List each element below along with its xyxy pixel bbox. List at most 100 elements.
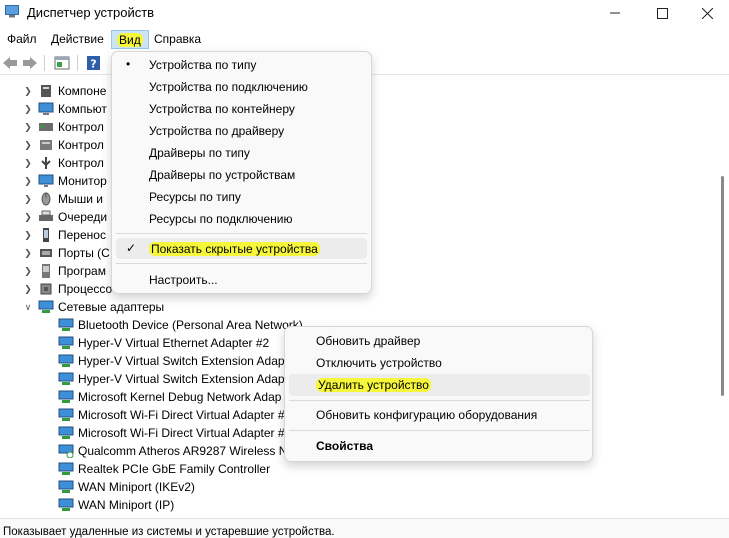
view-menu-item-resources-by-type[interactable]: Ресурсы по типу [116,186,367,207]
tree-device-wan-ip[interactable]: WAN Miniport (IP) [58,496,174,514]
menu-help[interactable]: Справка [149,30,206,49]
context-menu-item-label: Удалить устройство [316,378,431,392]
view-menu-item-devices-by-connection[interactable]: Устройства по подключению [116,76,367,97]
view-menu-item-label: Показать скрытые устройства [149,241,320,256]
maximize-button[interactable] [639,0,685,26]
context-menu-disable-device[interactable]: Отключить устройство [289,352,590,374]
menu-action[interactable]: Действие [46,30,109,49]
view-menu-item-label: Настроить... [149,272,218,287]
chevron-right-icon[interactable]: ❯ [22,265,34,277]
close-button[interactable] [684,0,729,26]
view-menu-item-label: Драйверы по устройствам [149,167,296,182]
network-adapter-icon [58,408,74,421]
usb-controller-icon [41,157,51,169]
tree-category-ports[interactable]: ❯ Порты (С [22,244,110,262]
chevron-right-icon[interactable]: ❯ [22,85,34,97]
tree-category-storage-controllers[interactable]: ❯ Контрол [22,118,104,136]
printer-icon [39,210,53,221]
menu-file[interactable]: Файл [2,30,42,49]
chevron-right-icon[interactable]: ❯ [22,139,34,151]
close-icon [701,7,713,19]
minimize-button[interactable] [592,0,638,26]
view-menu-item-devices-by-container[interactable]: Устройства по контейнеру [116,98,367,119]
tree-category-usb-controllers[interactable]: ❯ Контрол [22,154,104,172]
view-menu-item-label: Устройства по драйверу [149,123,285,138]
chevron-right-icon[interactable]: ❯ [22,283,34,295]
device-label: WAN Miniport (IKEv2) [78,480,195,494]
tree-device-hyperv-ethernet[interactable]: Hyper-V Virtual Ethernet Adapter #2 [58,334,269,352]
help-icon[interactable]: ? [86,55,102,71]
context-menu-properties[interactable]: Свойства [289,435,590,457]
chevron-right-icon[interactable]: ❯ [22,247,34,259]
menu-bar: Файл Действие Вид Справка [0,28,729,49]
tree-category-computer[interactable]: ❯ Компьют [22,100,107,118]
view-menu-item-customize[interactable]: Настроить... [116,269,367,290]
back-arrow-icon[interactable] [2,55,18,71]
chevron-right-icon[interactable]: ❯ [22,103,34,115]
device-manager-icon [5,5,19,18]
view-menu-item-resources-by-connection[interactable]: Ресурсы по подключению [116,208,367,229]
portable-device-icon [43,228,49,242]
context-menu-update-driver[interactable]: Обновить драйвер [289,330,590,352]
tree-category-processors[interactable]: ❯ Процессо [22,280,112,298]
vertical-scrollbar[interactable] [716,76,729,518]
tree-device-wifi-direct-2[interactable]: Microsoft Wi-Fi Direct Virtual Adapter # [58,424,285,442]
tree-device-kernel-debug[interactable]: Microsoft Kernel Debug Network Adap [58,388,281,406]
toolbar-separator [77,55,78,71]
tree-device-hyperv-switch-1[interactable]: Hyper-V Virtual Switch Extension Adap [58,352,285,370]
tree-category-label: Перенос [58,228,106,242]
window-title: Диспетчер устройств [27,5,155,20]
view-menu-item-drivers-by-device[interactable]: Драйверы по устройствам [116,164,367,185]
title-bar: Диспетчер устройств [0,0,729,26]
menu-view[interactable]: Вид [111,30,149,49]
view-menu-item-devices-by-type[interactable]: • Устройства по типу [116,54,367,75]
chevron-right-icon[interactable]: ❯ [22,211,34,223]
processor-icon [40,283,52,295]
device-label: Realtek PCIe GbE Family Controller [78,462,271,476]
context-menu-scan-hardware-changes[interactable]: Обновить конфигурацию оборудования [289,404,590,426]
view-menu-item-drivers-by-type[interactable]: Драйверы по типу [116,142,367,163]
computer-icon [38,102,54,115]
tree-device-hyperv-switch-2[interactable]: Hyper-V Virtual Switch Extension Adap [58,370,285,388]
tree-device-wifi-direct-1[interactable]: Microsoft Wi-Fi Direct Virtual Adapter # [58,406,285,424]
tree-category-label: Контрол [58,120,104,134]
tree-device-wan-ikev2[interactable]: WAN Miniport (IKEv2) [58,478,195,496]
tree-category-label: Процессо [58,282,113,296]
chevron-right-icon[interactable]: ❯ [22,175,34,187]
chevron-right-icon[interactable]: ❯ [22,229,34,241]
context-menu-uninstall-device[interactable]: Удалить устройство [289,374,590,396]
tree-device-qualcomm-wireless[interactable]: Qualcomm Atheros AR9287 Wireless N [58,442,287,460]
tree-category-system-devices[interactable]: ❯ Компоне [22,82,106,100]
network-adapter-icon [58,426,74,439]
chevron-down-icon[interactable]: ∨ [22,301,34,313]
toolbar-separator [44,55,45,71]
view-menu-item-show-hidden-devices[interactable]: ✓ Показать скрытые устройства [116,238,367,259]
chevron-right-icon[interactable]: ❯ [22,121,34,133]
tree-category-print-queues[interactable]: ❯ Очереди [22,208,107,226]
tree-category-ide-controllers[interactable]: ❯ Контрол [22,136,104,154]
network-adapter-icon [58,462,74,475]
view-menu-item-devices-by-driver[interactable]: Устройства по драйверу [116,120,367,141]
tree-category-mice[interactable]: ❯ Мыши и [22,190,103,208]
tree-category-label: Монитор [58,174,107,188]
tree-category-portable-devices[interactable]: ❯ Перенос [22,226,106,244]
view-menu-dropdown: • Устройства по типу Устройства по подкл… [111,51,372,294]
network-adapter-icon [58,390,74,403]
context-menu-item-label: Обновить конфигурацию оборудования [316,408,538,422]
chevron-right-icon[interactable]: ❯ [22,193,34,205]
tree-device-realtek[interactable]: Realtek PCIe GbE Family Controller [58,460,270,478]
radio-bullet-icon: • [126,57,131,71]
forward-arrow-icon[interactable] [22,55,38,71]
network-adapter-icon [58,336,74,349]
network-adapter-icon [58,354,74,367]
menu-separator [289,430,590,431]
scrollbar-thumb[interactable] [721,176,724,396]
tree-category-network-adapters[interactable]: ∨ Сетевые адаптеры [22,298,164,316]
network-adapter-icon [58,498,74,511]
tree-category-monitors[interactable]: ❯ Монитор [22,172,107,190]
chevron-right-icon[interactable]: ❯ [22,157,34,169]
properties-window-icon[interactable] [54,55,70,71]
tree-category-software-devices[interactable]: ❯ Програм [22,262,106,280]
tree-device-bluetooth-pan[interactable]: Bluetooth Device (Personal Area Network) [58,316,303,334]
device-label: WAN Miniport (IP) [78,498,175,512]
